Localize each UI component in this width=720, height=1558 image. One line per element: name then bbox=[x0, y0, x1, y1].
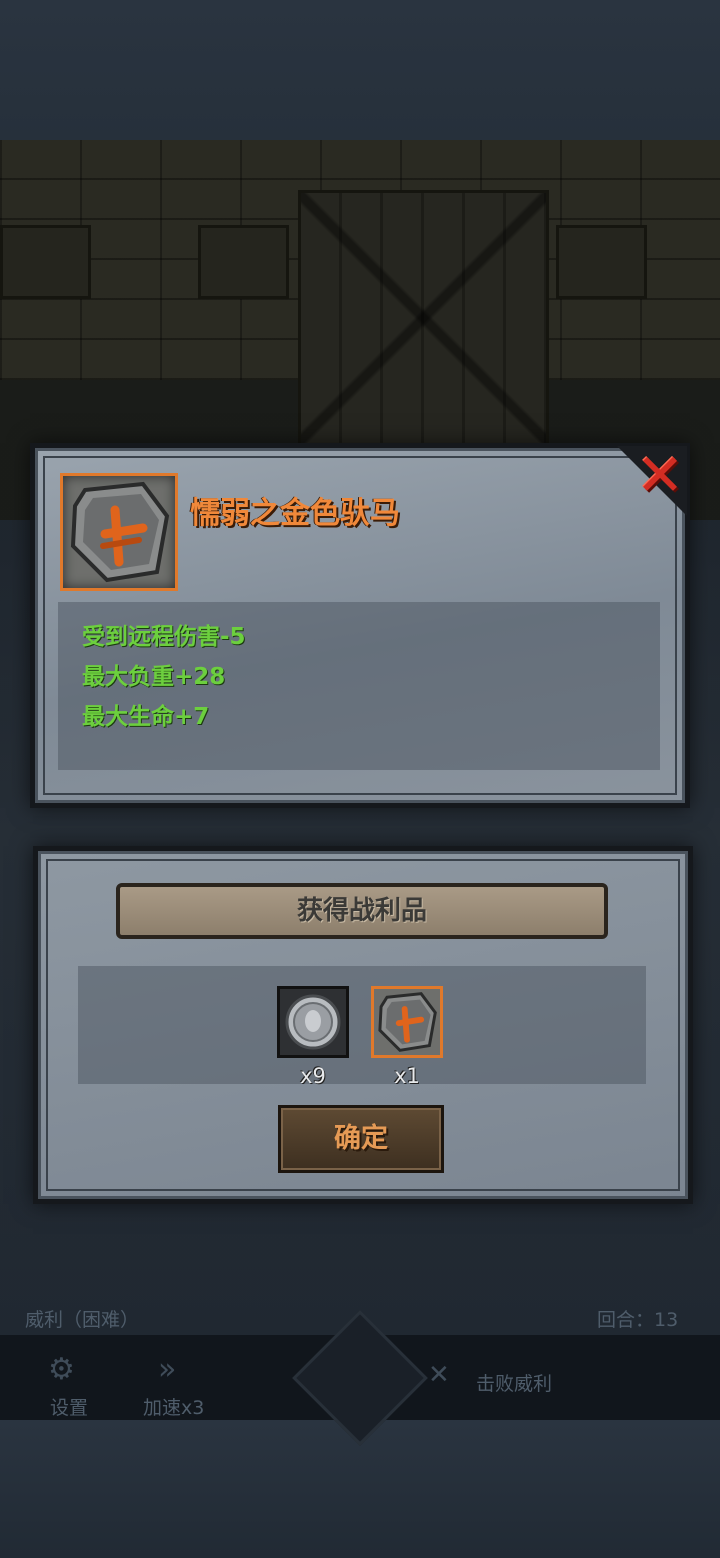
loot-items-box bbox=[78, 966, 646, 1084]
fast-forward-icon[interactable]: » bbox=[158, 1352, 176, 1387]
stat-line: 最大负重+28 bbox=[82, 664, 226, 690]
loot-count: x1 bbox=[394, 1064, 420, 1088]
rune-stone-icon bbox=[378, 992, 437, 1052]
castle-merlon bbox=[556, 225, 647, 299]
rune-stone-icon bbox=[70, 481, 170, 583]
speed-button[interactable]: 加速x3 bbox=[143, 1393, 204, 1420]
loot-item-coin[interactable] bbox=[277, 986, 349, 1058]
item-icon-slot bbox=[60, 473, 178, 591]
stage-label: 威利（困难） bbox=[25, 1309, 140, 1331]
silver-coin-icon bbox=[285, 994, 341, 1050]
settings-button[interactable]: 设置 bbox=[50, 1393, 88, 1420]
gear-icon[interactable]: ⚙ bbox=[48, 1352, 75, 1387]
item-name: 懦弱之金色驮马 bbox=[190, 496, 400, 531]
round-counter: 回合：13 bbox=[597, 1309, 679, 1331]
loot-count: x9 bbox=[300, 1064, 326, 1088]
crossed-swords-icon: ✕ bbox=[428, 1360, 450, 1390]
close-icon[interactable]: ✕ bbox=[630, 446, 690, 504]
objective-label: 击败威利 bbox=[476, 1373, 553, 1395]
castle-merlon bbox=[198, 225, 289, 299]
loot-item-rune[interactable] bbox=[371, 986, 443, 1058]
stat-line: 最大生命+7 bbox=[82, 704, 210, 730]
stat-line: 受到远程伤害-5 bbox=[82, 624, 246, 650]
loot-title: 获得战利品 bbox=[296, 896, 427, 926]
confirm-button-label[interactable]: 确定 bbox=[278, 1105, 444, 1173]
top-band bbox=[0, 0, 720, 140]
castle-gate bbox=[298, 190, 549, 446]
castle-merlon bbox=[0, 225, 91, 299]
